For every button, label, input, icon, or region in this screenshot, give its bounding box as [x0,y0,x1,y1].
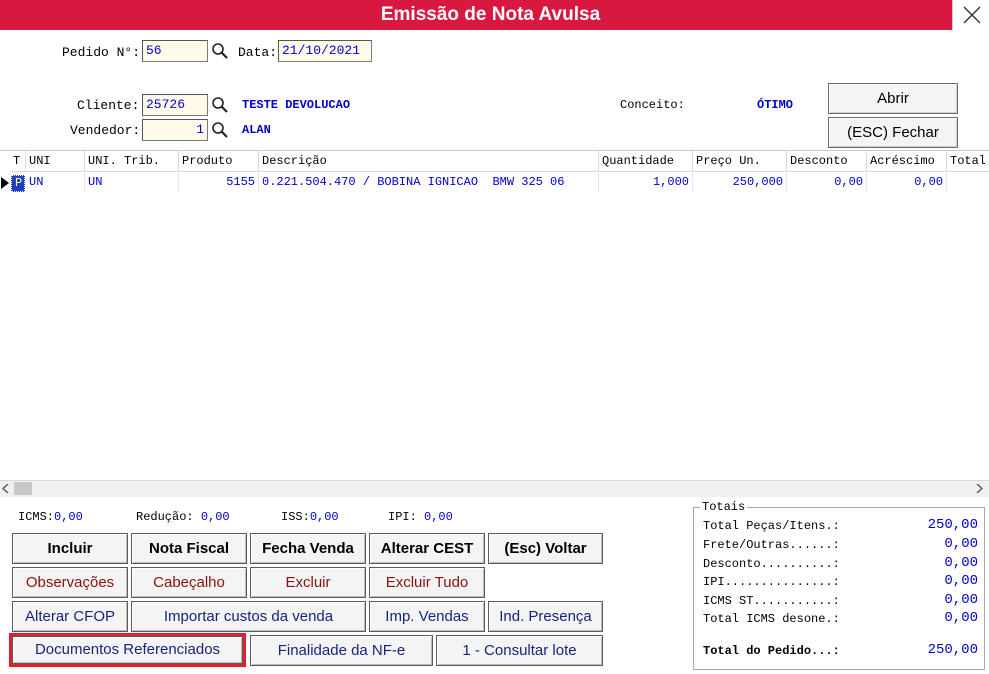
highlight-box [9,633,246,667]
iss-summary: ISS:0,00 [281,510,339,524]
cell-acrescimo[interactable]: 0,00 [867,173,947,192]
cell-total[interactable] [947,173,989,192]
ind-presenca-button[interactable]: Ind. Presença [488,601,603,632]
pedido-input[interactable]: 56 [142,40,208,62]
cliente-nome: TESTE DEVOLUCAO [242,98,351,112]
importar-custos-button[interactable]: Importar custos da venda [131,601,366,632]
cell-uni[interactable]: UN [26,173,85,192]
data-label: Data: [238,45,278,60]
icms-summary: ICMS:0,00 [18,510,83,524]
conceito-label: Conceito: [620,98,685,112]
frete-label: Frete/Outras......: [703,538,840,552]
voltar-button[interactable]: (Esc) Voltar [488,533,603,564]
icms-desone-label: Total ICMS desone.: [703,612,840,626]
close-icon [963,6,981,24]
conceito-value: ÓTIMO [757,98,794,112]
scroll-right-icon[interactable] [975,484,983,493]
iss-label: ISS: [281,510,310,524]
ipi-total-label: IPI...............: [703,575,840,589]
ipi-summary: IPI: 0,00 [388,510,453,524]
icms-st-value: 0,00 [944,592,978,608]
total-pecas-value: 250,00 [927,517,978,533]
close-button[interactable] [952,0,989,30]
cliente-label: Cliente: [77,98,140,113]
fechar-button[interactable]: (ESC) Fechar [828,117,958,148]
ipi-value: 0,00 [424,510,453,524]
total-pecas-label: Total Peças/Itens.: [703,519,840,533]
col-header-preco-un[interactable]: Preço Un. [693,151,787,172]
iss-value: 0,00 [309,510,339,524]
vendedor-nome: ALAN [242,123,271,137]
abrir-button[interactable]: Abrir [828,83,958,114]
icms-label: ICMS: [18,510,55,524]
col-header-acrescimo[interactable]: Acréscimo [867,151,947,172]
cell-t[interactable]: P [11,175,25,192]
col-header-quantidade[interactable]: Quantidade [599,151,693,172]
finalidade-nfe-button[interactable]: Finalidade da NF-e [250,635,433,666]
cell-desconto[interactable]: 0,00 [787,173,867,192]
fecha-venda-button[interactable]: Fecha Venda [250,533,366,564]
row-indicator-icon [1,177,9,189]
pedido-search-icon[interactable] [211,42,229,60]
desconto-value: 0,00 [944,555,978,571]
items-grid[interactable]: T UNI UNI. Trib. Produto Descrição Quant… [0,150,989,496]
reducao-value: 0,00 [200,510,230,524]
vendedor-label: Vendedor: [70,123,141,138]
totals-legend: Totais [700,500,748,514]
imp-vendas-button[interactable]: Imp. Vendas [369,601,485,632]
reducao-summary: Redução: 0,00 [136,510,230,524]
scroll-left-icon[interactable] [2,484,10,493]
total-pedido-value: 250,00 [927,642,978,658]
cell-descricao[interactable]: 0.221.504.470 / BOBINA IGNICAO BMW 325 0… [259,173,599,192]
cell-preco-un[interactable]: 250,000 [693,173,787,192]
icms-st-label: ICMS ST...........: [703,594,840,608]
cabecalho-button[interactable]: Cabeçalho [131,567,247,598]
col-header-uni-trib[interactable]: UNI. Trib. [85,151,179,172]
col-header-total[interactable]: Total [947,151,989,172]
incluir-button[interactable]: Incluir [12,533,128,564]
consultar-lote-button[interactable]: 1 - Consultar lote [436,635,603,666]
ipi-total-value: 0,00 [944,573,978,589]
reducao-label: Redução: [136,510,194,524]
vendedor-search-icon[interactable] [211,121,229,139]
icms-value: 0,00 [54,510,83,524]
scrollbar-thumb[interactable] [14,482,32,495]
observacoes-button[interactable]: Observações [12,567,128,598]
col-header-desconto[interactable]: Desconto [787,151,867,172]
alterar-cest-button[interactable]: Alterar CEST [369,533,485,564]
cell-produto[interactable]: 5155 [179,173,259,192]
alterar-cfop-button[interactable]: Alterar CFOP [12,601,128,632]
frete-value: 0,00 [944,536,978,552]
vendedor-input[interactable]: 1 [142,119,208,141]
col-header-produto[interactable]: Produto [179,151,259,172]
excluir-button[interactable]: Excluir [250,567,366,598]
pedido-label: Pedido N°: [62,45,141,60]
cliente-input[interactable]: 25726 [142,94,208,116]
excluir-tudo-button[interactable]: Excluir Tudo [369,567,485,598]
total-pedido-label: Total do Pedido...: [703,644,840,658]
col-header-descricao[interactable]: Descrição [259,151,599,172]
col-header-uni[interactable]: UNI [26,151,85,172]
cliente-search-icon[interactable] [211,96,229,114]
window-title: Emissão de Nota Avulsa [380,4,601,25]
data-input[interactable]: 21/10/2021 [278,40,372,62]
nota-fiscal-button[interactable]: Nota Fiscal [131,533,247,564]
cell-quantidade[interactable]: 1,000 [599,173,693,192]
cell-uni-trib[interactable]: UN [85,173,179,192]
icms-desone-value: 0,00 [944,610,978,626]
col-header-t[interactable]: T [10,151,26,172]
desconto-label: Desconto..........: [703,557,840,571]
ipi-label: IPI: [388,510,417,524]
horizontal-scrollbar[interactable] [0,480,989,497]
